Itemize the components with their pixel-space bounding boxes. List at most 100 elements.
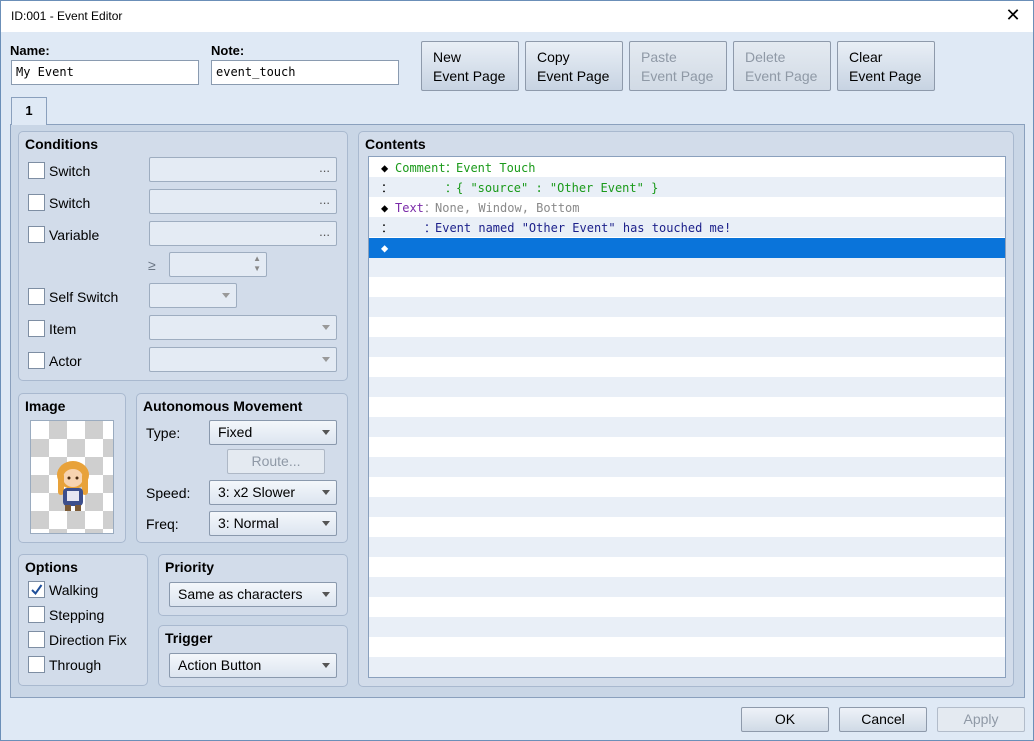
continuation-marker: ： (381, 221, 394, 235)
title-bar: ID:001 - Event Editor ✕ (1, 1, 1033, 32)
list-item[interactable]: ：：{ "source" : "Other Event" } (369, 178, 1005, 198)
tab-page-1[interactable]: 1 (11, 97, 47, 125)
list-item-selected[interactable]: ◆ (369, 238, 1005, 258)
new-event-page-button[interactable]: New Event Page (421, 41, 519, 91)
copy-line2: Event Page (537, 68, 610, 84)
chevron-down-icon (322, 357, 330, 362)
self-switch-dropdown[interactable] (149, 283, 237, 308)
direction-fix-label: Direction Fix (49, 632, 127, 648)
switch1-label: Switch (49, 163, 91, 179)
self-switch-label: Self Switch (49, 289, 119, 305)
paste-event-page-button[interactable]: Paste Event Page (629, 41, 727, 91)
note-label: Note: (211, 43, 245, 58)
variable-checkbox[interactable] (28, 226, 45, 243)
through-label: Through (49, 657, 102, 673)
command-text: { "source" : "Other Event" } (456, 181, 659, 195)
trigger-title: Trigger (165, 630, 213, 646)
priority-value: Same as characters (178, 586, 303, 602)
command-marker-icon: ◆ (381, 161, 389, 175)
trigger-dropdown[interactable]: Action Button (169, 653, 337, 678)
apply-button[interactable]: Apply (937, 707, 1025, 732)
movement-type-label: Type: (146, 425, 181, 441)
event-editor-window: ID:001 - Event Editor ✕ Name: My Event N… (0, 0, 1034, 741)
stepping-checkbox[interactable] (28, 606, 45, 623)
cancel-button[interactable]: Cancel (839, 707, 927, 732)
clear-line2: Event Page (849, 68, 922, 84)
window-title: ID:001 - Event Editor (11, 9, 123, 23)
chevron-down-icon (322, 592, 330, 597)
new-line2: Event Page (433, 68, 506, 84)
checkmark-icon (31, 584, 43, 596)
switch2-dots: ... (319, 192, 330, 207)
contents-title: Contents (365, 136, 426, 152)
priority-title: Priority (165, 559, 215, 575)
trigger-value: Action Button (178, 657, 262, 673)
movement-speed-dropdown[interactable]: 3: x2 Slower (209, 480, 337, 505)
priority-dropdown[interactable]: Same as characters (169, 582, 337, 607)
switch1-selector[interactable]: ... (149, 157, 337, 182)
movement-speed-value: 3: x2 Slower (218, 484, 296, 500)
direction-fix-checkbox[interactable] (28, 631, 45, 648)
list-item[interactable]: ：： Event named "Other Event" has touched … (369, 218, 1005, 238)
switch2-label: Switch (49, 195, 91, 211)
paste-line2: Event Page (641, 68, 714, 84)
route-button[interactable]: Route... (227, 449, 325, 474)
item-label: Item (49, 321, 77, 337)
name-label: Name: (10, 43, 50, 58)
image-title: Image (25, 398, 66, 414)
autonomous-movement-title: Autonomous Movement (143, 398, 303, 414)
stepper-arrows-icon: ▲ ▼ (253, 254, 261, 273)
variable-value-stepper[interactable]: ▲ ▼ (169, 252, 267, 277)
chevron-down-icon (222, 293, 230, 298)
delete-line1: Delete (745, 49, 786, 65)
conditions-title: Conditions (25, 136, 99, 152)
continuation-marker: ： (381, 181, 394, 195)
chevron-down-icon (322, 325, 330, 330)
ok-button[interactable]: OK (741, 707, 829, 732)
command-text: Event Touch (456, 161, 536, 175)
chevron-down-icon (322, 490, 330, 495)
list-item[interactable]: ◆ Text： None, Window, Bottom (369, 198, 1005, 218)
close-icon[interactable]: ✕ (1003, 5, 1023, 26)
copy-line1: Copy (537, 49, 570, 65)
stepping-label: Stepping (49, 607, 105, 623)
clear-line1: Clear (849, 49, 883, 65)
movement-freq-label: Freq: (146, 516, 179, 532)
item-checkbox[interactable] (28, 320, 45, 337)
command-marker-icon: ◆ (381, 201, 389, 215)
switch2-checkbox[interactable] (28, 194, 45, 211)
command-name: Text (395, 201, 424, 215)
command-text: None, Window, Bottom (435, 201, 580, 215)
variable-label: Variable (49, 227, 100, 243)
character-image-preview[interactable] (30, 420, 114, 534)
paste-line1: Paste (641, 49, 677, 65)
variable-selector[interactable]: ... (149, 221, 337, 246)
command-text: Event named "Other Event" has touched me… (435, 221, 732, 235)
through-checkbox[interactable] (28, 656, 45, 673)
options-title: Options (25, 559, 78, 575)
event-command-list[interactable]: ◆ Comment： Event Touch ：：{ "source" : "Oth… (368, 156, 1006, 678)
clear-event-page-button[interactable]: Clear Event Page (837, 41, 935, 91)
chevron-down-icon (322, 663, 330, 668)
name-input[interactable]: My Event (11, 60, 199, 85)
delete-event-page-button[interactable]: Delete Event Page (733, 41, 831, 91)
actor-dropdown[interactable] (149, 347, 337, 372)
movement-type-value: Fixed (218, 424, 253, 440)
movement-freq-value: 3: Normal (218, 515, 279, 531)
actor-checkbox[interactable] (28, 352, 45, 369)
switch1-checkbox[interactable] (28, 162, 45, 179)
item-dropdown[interactable] (149, 315, 337, 340)
walking-checkbox[interactable] (28, 581, 45, 598)
copy-event-page-button[interactable]: Copy Event Page (525, 41, 623, 91)
movement-type-dropdown[interactable]: Fixed (209, 420, 337, 445)
chevron-down-icon (322, 430, 330, 435)
chevron-down-icon (322, 521, 330, 526)
command-name: Comment (395, 161, 446, 175)
gte-label: ≥ (148, 257, 156, 273)
actor-label: Actor (49, 353, 82, 369)
self-switch-checkbox[interactable] (28, 288, 45, 305)
switch2-selector[interactable]: ... (149, 189, 337, 214)
movement-freq-dropdown[interactable]: 3: Normal (209, 511, 337, 536)
list-item[interactable]: ◆ Comment： Event Touch (369, 158, 1005, 178)
note-input[interactable]: event_touch (211, 60, 399, 85)
